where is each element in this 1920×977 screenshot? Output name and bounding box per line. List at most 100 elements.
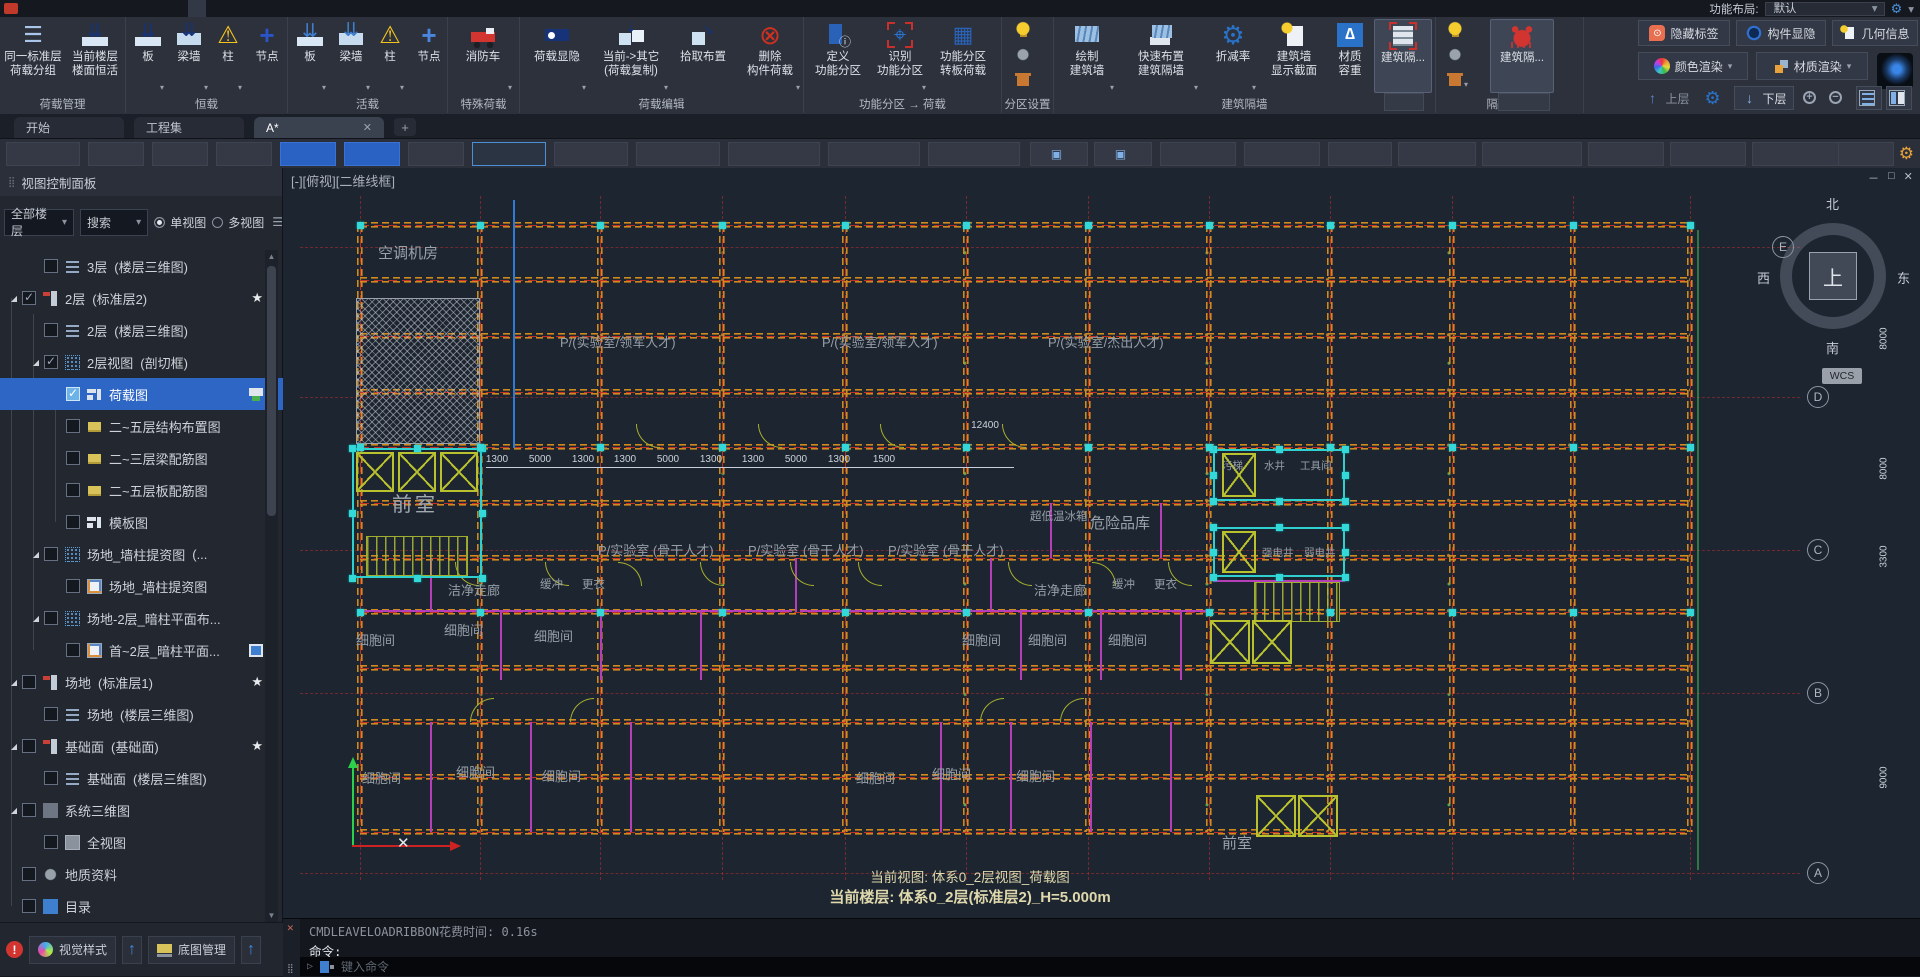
expander-icon[interactable]: ◢ [6, 294, 22, 303]
ribbon-button[interactable] [1444, 68, 1470, 90]
menu-item[interactable] [278, 0, 296, 17]
utility-button[interactable]: 隐藏标签 [1638, 20, 1730, 46]
utility-button[interactable]: 材质渲染 [1756, 52, 1868, 80]
expander-icon[interactable]: ◢ [6, 678, 22, 687]
compass-south-label[interactable]: 南 [1826, 338, 1839, 357]
tree-row[interactable]: ◢ 系统三维图 ★ [0, 794, 283, 826]
toolbar-button[interactable] [1588, 142, 1664, 166]
tree-checkbox[interactable] [44, 547, 58, 561]
tree-checkbox[interactable] [22, 290, 36, 305]
menubar-caret-icon[interactable]: ▾ [1908, 2, 1914, 16]
compass-top-face[interactable]: 上 [1809, 252, 1857, 300]
toolbar-button[interactable] [408, 142, 464, 166]
tree-row[interactable]: 基础面 (楼层三维图) ★ [0, 762, 283, 794]
compass-east-label[interactable]: 东 [1897, 268, 1910, 287]
menu-item[interactable] [314, 0, 332, 17]
tree-row[interactable]: ◢ 基础面 (基础面) ★ [0, 730, 283, 762]
tree-scrollbar[interactable]: ▲ ▼ [265, 250, 278, 922]
tree-checkbox[interactable] [44, 259, 58, 273]
utility-button[interactable] [1856, 86, 1882, 110]
new-tab-button[interactable]: + [394, 118, 416, 136]
settings-gear-icon[interactable]: ⚙ [1891, 1, 1903, 17]
ribbon-button[interactable]: 节点 [246, 19, 288, 93]
toolbar-button[interactable] [1398, 142, 1476, 166]
drawing-viewport[interactable]: [-][俯视][二维线框] － □ ✕ 北 西 东 南 上 WCS 当前视图: … [283, 168, 1920, 918]
tree-checkbox[interactable] [66, 483, 80, 497]
layout-select[interactable]: 默认 [1764, 1, 1885, 16]
ribbon-button[interactable] [1498, 93, 1550, 111]
menu-item[interactable] [170, 0, 188, 17]
scroll-thumb[interactable] [267, 266, 276, 516]
ribbon-button[interactable]: 当前楼层 楼面恒活 [66, 19, 124, 93]
tree-row[interactable]: 首~2层_暗柱平面... ★ [0, 634, 283, 666]
menu-item[interactable] [206, 0, 224, 17]
expander-icon[interactable]: ◢ [6, 806, 22, 815]
ribbon-button[interactable]: 定义 功能分区 [808, 19, 868, 93]
ribbon-button[interactable] [1444, 20, 1470, 42]
basemap-button[interactable]: 底图管理 [148, 935, 236, 964]
utility-button[interactable]: 上层 [1638, 86, 1696, 110]
tree-row[interactable]: ◢ 场地-2层_暗柱平面布... ★ [0, 602, 283, 634]
single-view-radio[interactable]: 单视图 [154, 214, 206, 231]
menu-item[interactable] [188, 0, 206, 17]
ribbon-button[interactable] [1444, 44, 1470, 66]
ribbon-button[interactable]: 节点 [408, 19, 450, 93]
basemap-up-button[interactable]: ↑ [241, 935, 262, 964]
close-icon[interactable]: ✕ [1904, 170, 1913, 186]
tree-row[interactable]: ◢ 场地 (标准层1) ★ [0, 666, 283, 698]
ribbon-button[interactable] [1012, 68, 1038, 90]
toolbar-button[interactable] [88, 142, 144, 166]
menu-item[interactable] [152, 0, 170, 17]
menu-item[interactable] [98, 0, 116, 17]
ribbon-button[interactable]: 荷载显隐 [526, 19, 588, 93]
tree-checkbox[interactable] [66, 386, 80, 401]
tree-row[interactable]: 2层 (楼层三维图) ★ [0, 314, 283, 346]
utility-button[interactable]: 构件显隐 [1736, 20, 1826, 46]
menu-item[interactable] [80, 0, 98, 17]
tree-row[interactable]: 目录 ★ [0, 890, 283, 922]
toolbar-button[interactable] [1670, 142, 1746, 166]
tree-checkbox[interactable] [66, 579, 80, 593]
ribbon-button[interactable]: 梁墙 [168, 19, 210, 93]
menu-item[interactable] [44, 0, 62, 17]
toolbar-button[interactable] [1328, 142, 1392, 166]
ribbon-button[interactable]: 拾取布置 [672, 19, 734, 93]
utility-button[interactable] [1826, 86, 1850, 110]
toolbar-button[interactable] [1482, 142, 1582, 166]
ribbon-button[interactable]: 识别 功能分区 [872, 19, 928, 93]
floor-filter-dropdown[interactable]: 全部楼层 [4, 207, 75, 238]
menu-item[interactable] [116, 0, 134, 17]
command-image-icon[interactable] [320, 960, 335, 973]
tree-checkbox[interactable] [22, 803, 36, 817]
menu-item[interactable] [260, 0, 278, 17]
command-close-icon[interactable]: ✕ [287, 921, 294, 934]
visual-style-up-button[interactable]: ↑ [122, 935, 143, 964]
document-tab[interactable]: 开始 [14, 117, 124, 138]
tree-row[interactable]: 二~五层板配筋图 ★ [0, 474, 283, 506]
menu-item[interactable] [134, 0, 152, 17]
expander-icon[interactable]: ◢ [28, 550, 44, 559]
tree-row[interactable]: 场地 (楼层三维图) ★ [0, 698, 283, 730]
toolbar-button[interactable] [636, 142, 720, 166]
tree-row[interactable]: 二~三层梁配筋图 ★ [0, 442, 283, 474]
panel-header[interactable]: ⣿ 视图控制面板 [0, 168, 282, 196]
document-tab[interactable]: A* ✕ [254, 117, 384, 138]
ribbon-button[interactable]: 梁墙 [330, 19, 372, 93]
tree-row[interactable]: ◢ 2层 (标准层2) ★ [0, 282, 283, 314]
menu-item[interactable] [242, 0, 260, 17]
view-compass[interactable]: 北 西 东 南 上 [1757, 192, 1910, 360]
toolbar-button[interactable] [1094, 142, 1152, 166]
tree-checkbox[interactable] [66, 515, 80, 529]
menu-item[interactable] [296, 0, 314, 17]
ribbon-button[interactable]: 材质 容重 [1330, 19, 1370, 93]
tree-checkbox[interactable] [66, 451, 80, 465]
expander-icon[interactable]: ◢ [28, 358, 44, 367]
tree-checkbox[interactable] [22, 899, 36, 913]
tree-checkbox[interactable] [22, 675, 36, 689]
menu-item[interactable] [62, 0, 80, 17]
utility-button[interactable] [1886, 86, 1912, 110]
compass-west-label[interactable]: 西 [1757, 268, 1770, 287]
utility-button[interactable] [1800, 86, 1824, 110]
toolbar-button[interactable] [472, 142, 546, 166]
tree-row[interactable]: 3层 (楼层三维图) ★ [0, 250, 283, 282]
